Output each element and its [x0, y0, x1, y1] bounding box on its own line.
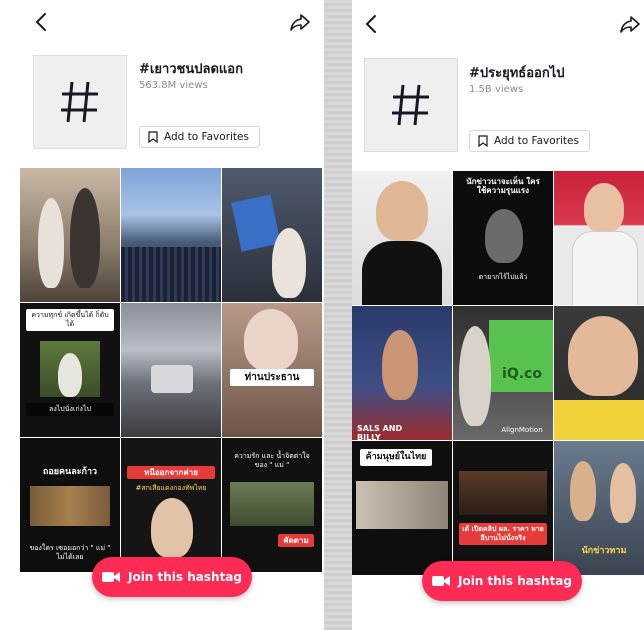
- hashtag-avatar: [33, 55, 127, 149]
- thumb-7-caption: ถอยคนละก้าว: [42, 467, 98, 477]
- video-thumb-1[interactable]: [352, 171, 452, 305]
- hashtag-page-right: #ประยุทธ์ออกไป 1.5B views Add to Favorit…: [352, 0, 644, 630]
- video-camera-icon: [101, 572, 120, 582]
- video-thumb-7[interactable]: ค้ามนุษย์ในไทย: [352, 441, 452, 575]
- thumb-8-subcaption: #สกเสียแดงกองทัพไทย: [135, 484, 207, 492]
- thumb-9-caption: ความรัก และ น้ำจิตต่าใจ ของ " แม่ ": [234, 452, 310, 469]
- top-bar: [0, 0, 324, 44]
- add-to-favorites-label: Add to Favorites: [494, 135, 579, 147]
- thumb-9-subcaption: คัดตาม: [278, 534, 314, 547]
- hashtag-title: #ประยุทธ์ออกไป: [469, 66, 565, 81]
- join-hashtag-button[interactable]: Join this hashtag: [422, 561, 582, 601]
- thumb-6-caption: ท่านประธาน: [230, 369, 314, 386]
- share-icon[interactable]: [288, 10, 312, 34]
- hashtag-title: #เยาวชนปลดแอก: [139, 62, 243, 77]
- panel-divider: [324, 0, 352, 630]
- thumb-2-subcaption: ตายากไร้ไปแล้ว: [478, 273, 528, 281]
- thumb-2-caption: นักข่าวนาจะเห็น ใครใช้ความรุนแรง: [466, 177, 540, 195]
- video-thumb-9[interactable]: นักข่าวทาม: [554, 441, 644, 575]
- add-to-favorites-button[interactable]: Add to Favorites: [139, 126, 260, 148]
- video-grid: นักข่าวนาจะเห็น ใครใช้ความรุนแรง ตายากไร…: [352, 171, 644, 575]
- video-thumb-2[interactable]: นักข่าวนาจะเห็น ใครใช้ความรุนแรง ตายากไร…: [453, 171, 553, 305]
- video-thumb-3[interactable]: [222, 168, 322, 302]
- thumb-4-caption: ความทุกข์ เกิดขึ้นได้ ก็ดับได้: [26, 309, 114, 331]
- video-thumb-5[interactable]: [121, 303, 221, 437]
- thumb-5-caption: iQ.co: [502, 366, 542, 382]
- hashtag-page-left: #เยาวชนปลดแอก 563.8M views Add to Favori…: [0, 0, 324, 630]
- video-grid: ความทุกข์ เกิดขึ้นได้ ก็ดับได้ ลงไปนั่งเ…: [20, 168, 324, 572]
- video-thumb-4[interactable]: ความทุกข์ เกิดขึ้นได้ ก็ดับได้ ลงไปนั่งเ…: [20, 303, 120, 437]
- view-count: 1.5B views: [469, 84, 524, 95]
- thumb-9-caption: นักข่าวทาม: [581, 546, 627, 556]
- bookmark-icon: [478, 135, 488, 147]
- video-thumb-2[interactable]: [121, 168, 221, 302]
- thumb-7-caption: ค้ามนุษย์ในไทย: [360, 449, 432, 466]
- thumb-8-caption: หนีออกจากค่าย: [127, 466, 215, 479]
- join-hashtag-label: Join this hashtag: [457, 574, 572, 588]
- video-thumb-4[interactable]: SALS AND BILLY: [352, 306, 452, 440]
- top-bar: [352, 0, 644, 44]
- video-thumb-3[interactable]: [554, 171, 644, 305]
- video-camera-icon: [431, 576, 450, 586]
- video-thumb-8[interactable]: เด้ เปิดคลิป ผล. ราคา หายอีบานไม่นั่งจริ…: [453, 441, 553, 575]
- view-count: 563.8M views: [139, 80, 208, 91]
- thumb-8-caption: เด้ เปิดคลิป ผล. ราคา หายอีบานไม่นั่งจริ…: [459, 523, 547, 545]
- video-thumb-6[interactable]: [554, 306, 644, 440]
- thumb-4-caption: SALS AND BILLY: [357, 424, 403, 440]
- video-thumb-8[interactable]: หนีออกจากค่าย #สกเสียแดงกองทัพไทย: [121, 438, 221, 572]
- join-hashtag-label: Join this hashtag: [127, 570, 242, 584]
- video-thumb-1[interactable]: [20, 168, 120, 302]
- thumb-5-subcaption: AlignMotion: [501, 426, 543, 434]
- thumb-4-subcaption: ลงไปนั่งเก่งไป: [26, 403, 114, 416]
- share-icon[interactable]: [618, 12, 642, 36]
- add-to-favorites-button[interactable]: Add to Favorites: [469, 130, 590, 152]
- hashtag-icon: [392, 84, 429, 126]
- back-arrow-icon[interactable]: [360, 12, 384, 36]
- video-thumb-7[interactable]: ถอยคนละก้าว ของใคร เซอมอกว่า " แม่ " ไม่…: [20, 438, 120, 572]
- hashtag-icon: [61, 81, 98, 123]
- video-thumb-6[interactable]: ท่านประธาน: [222, 303, 322, 437]
- join-hashtag-button[interactable]: Join this hashtag: [92, 557, 252, 597]
- add-to-favorites-label: Add to Favorites: [164, 131, 249, 143]
- video-thumb-9[interactable]: ความรัก และ น้ำจิตต่าใจ ของ " แม่ " คัดต…: [222, 438, 322, 572]
- hashtag-avatar: [364, 58, 458, 152]
- bookmark-icon: [148, 131, 158, 143]
- back-arrow-icon[interactable]: [30, 10, 54, 34]
- video-thumb-5[interactable]: iQ.co AlignMotion: [453, 306, 553, 440]
